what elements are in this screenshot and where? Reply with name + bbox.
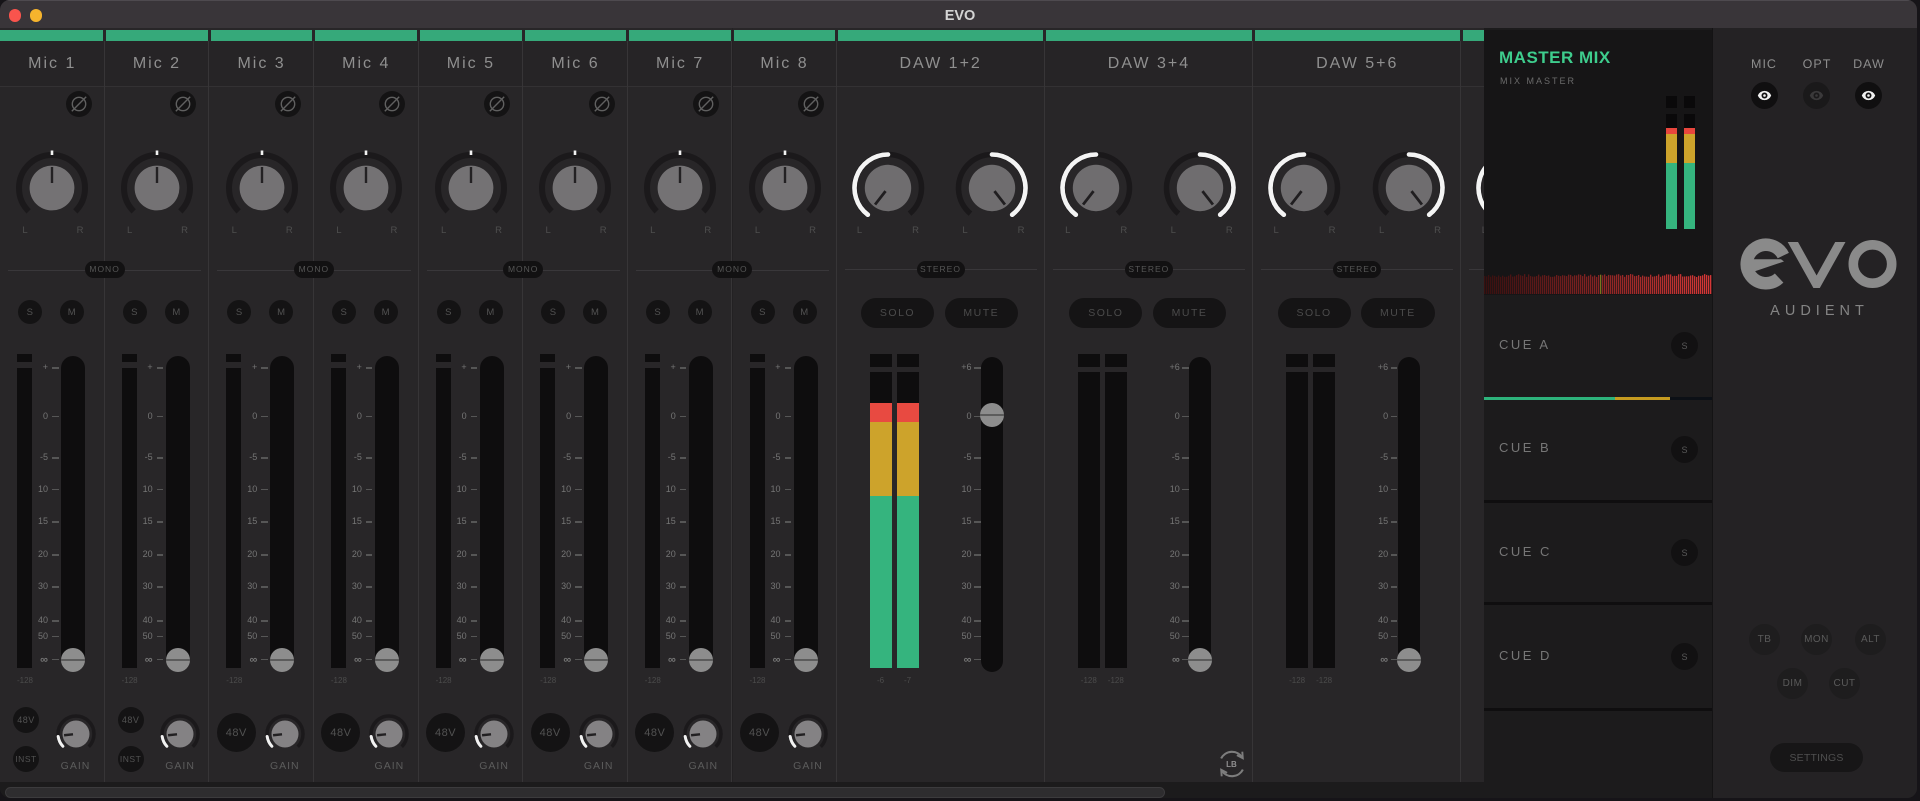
svg-text:LB: LB (1226, 760, 1237, 769)
